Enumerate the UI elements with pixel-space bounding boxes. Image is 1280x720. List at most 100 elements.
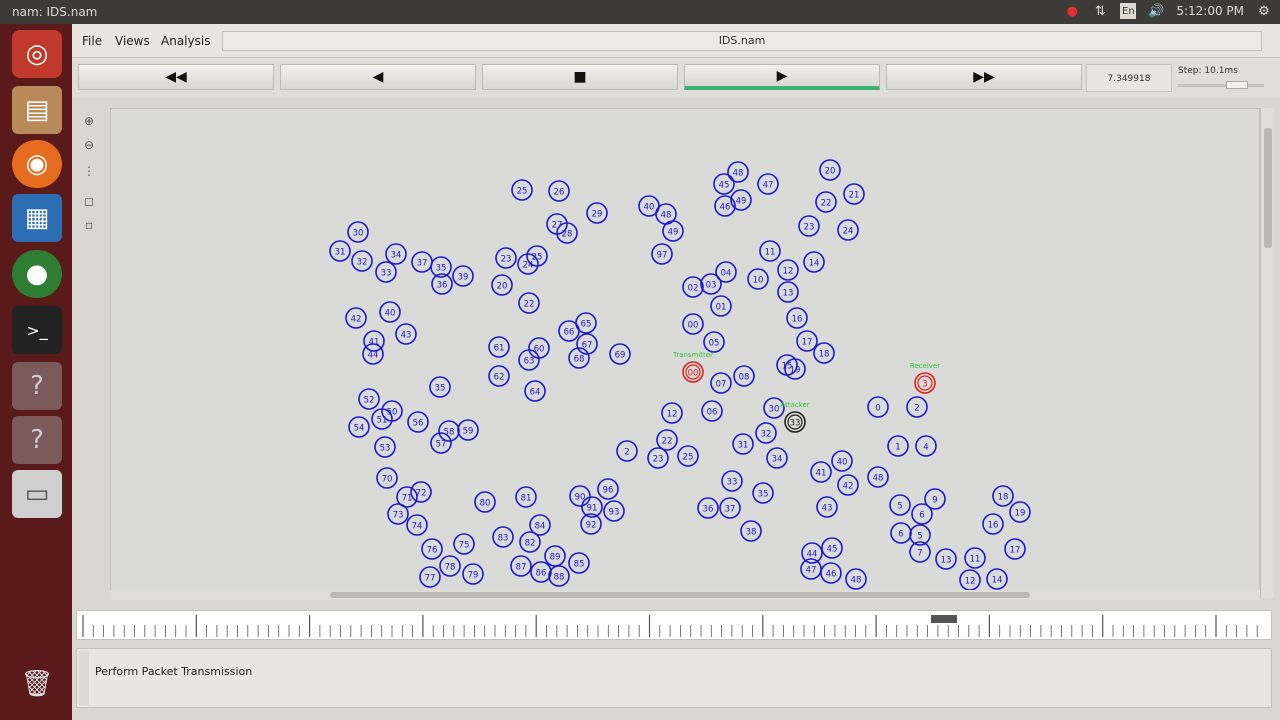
network-node[interactable]: 43 bbox=[816, 496, 838, 518]
network-node[interactable]: 02 bbox=[682, 276, 704, 298]
network-node[interactable]: 47 bbox=[757, 173, 779, 195]
network-node[interactable]: 2 bbox=[616, 440, 638, 462]
network-node[interactable]: 56 bbox=[407, 411, 429, 433]
play-button[interactable]: ▶ bbox=[684, 64, 880, 90]
network-node[interactable]: 48 bbox=[867, 466, 889, 488]
network-node[interactable]: 96 bbox=[597, 478, 619, 500]
volume-icon[interactable]: 🔊 bbox=[1148, 3, 1164, 19]
network-node[interactable]: 23 bbox=[798, 215, 820, 237]
network-node[interactable]: 11 bbox=[759, 240, 781, 262]
step-slider[interactable] bbox=[1178, 81, 1264, 89]
network-node[interactable]: 75 bbox=[453, 533, 475, 555]
network-node[interactable]: 32 bbox=[755, 422, 777, 444]
network-node[interactable]: 00 bbox=[682, 313, 704, 335]
network-node[interactable]: 48 bbox=[845, 568, 867, 590]
network-node[interactable]: 01 bbox=[710, 295, 732, 317]
network-node[interactable]: 06 bbox=[701, 400, 723, 422]
settings-icon[interactable]: ⚙ bbox=[1256, 3, 1272, 19]
network-node[interactable]: 22 bbox=[815, 191, 837, 213]
network-node[interactable]: 4 bbox=[915, 435, 937, 457]
network-node[interactable]: 61 bbox=[488, 336, 510, 358]
network-node[interactable]: 23 bbox=[647, 447, 669, 469]
network-node[interactable]: 72 bbox=[410, 481, 432, 503]
network-node[interactable]: 0 bbox=[867, 396, 889, 418]
network-node[interactable]: 13 bbox=[777, 281, 799, 303]
network-node[interactable]: 35 bbox=[429, 376, 451, 398]
network-node[interactable]: 6 bbox=[890, 522, 912, 544]
vertical-scroll-thumb[interactable] bbox=[1264, 128, 1272, 248]
network-node[interactable]: 18 bbox=[992, 485, 1014, 507]
horizontal-scrollbar[interactable] bbox=[110, 590, 1260, 600]
network-node[interactable]: 19 bbox=[1009, 501, 1031, 523]
network-node[interactable]: 12 bbox=[777, 259, 799, 281]
annotation-scrollbar[interactable] bbox=[79, 651, 89, 705]
network-node[interactable]: 12 bbox=[661, 402, 683, 424]
network-node[interactable]: 40 bbox=[379, 301, 401, 323]
network-node[interactable]: 17 bbox=[1004, 538, 1026, 560]
network-node[interactable]: 35 bbox=[752, 482, 774, 504]
network-node[interactable]: 39 bbox=[452, 265, 474, 287]
step-slider-knob[interactable] bbox=[1226, 81, 1248, 89]
network-node[interactable]: 24 bbox=[837, 219, 859, 241]
network-node[interactable]: 93 bbox=[603, 500, 625, 522]
network-node[interactable]: 62 bbox=[488, 365, 510, 387]
network-node[interactable]: 21 bbox=[843, 183, 865, 205]
vertical-scrollbar[interactable] bbox=[1260, 108, 1274, 598]
trash-icon[interactable]: 🗑 bbox=[12, 660, 62, 708]
network-node[interactable]: 30 bbox=[347, 221, 369, 243]
network-node[interactable]: 83 bbox=[492, 526, 514, 548]
menu-file[interactable]: File bbox=[82, 34, 102, 48]
network-node[interactable]: 33 bbox=[375, 261, 397, 283]
network-node[interactable]: 20 bbox=[491, 274, 513, 296]
files-icon[interactable]: ▤ bbox=[12, 86, 62, 134]
network-node[interactable]: 97 bbox=[651, 243, 673, 265]
network-node[interactable]: 77 bbox=[419, 566, 441, 588]
network-node[interactable]: 23 bbox=[495, 247, 517, 269]
network-node[interactable]: 16 bbox=[786, 307, 808, 329]
network-node[interactable]: 69 bbox=[609, 343, 631, 365]
network-node[interactable]: 03 bbox=[700, 273, 722, 295]
network-node[interactable]: 86 bbox=[530, 561, 552, 583]
network-icon[interactable]: ⇅ bbox=[1092, 3, 1108, 19]
network-node[interactable]: 76 bbox=[421, 538, 443, 560]
source-node[interactable]: 00 Transmitter bbox=[672, 351, 713, 383]
network-node[interactable]: 37 bbox=[719, 497, 741, 519]
network-node[interactable]: 85 bbox=[568, 552, 590, 574]
network-node[interactable]: 25 bbox=[526, 245, 548, 267]
network-node[interactable]: 17 bbox=[796, 330, 818, 352]
network-node[interactable]: 32 bbox=[351, 250, 373, 272]
network-node[interactable]: 31 bbox=[329, 240, 351, 262]
zoom-in-icon[interactable]: ⊕ bbox=[80, 112, 98, 130]
network-node[interactable]: 79 bbox=[462, 563, 484, 585]
network-node[interactable]: 65 bbox=[575, 312, 597, 334]
network-node[interactable]: 13 bbox=[935, 548, 957, 570]
network-node[interactable]: 08 bbox=[733, 365, 755, 387]
network-node[interactable]: 42 bbox=[345, 307, 367, 329]
zoom-out-icon[interactable]: ⊖ bbox=[80, 136, 98, 154]
fast-forward-button[interactable]: ▶▶ bbox=[886, 64, 1082, 90]
network-node[interactable]: 18 bbox=[813, 342, 835, 364]
network-node[interactable]: 31 bbox=[732, 433, 754, 455]
network-node[interactable]: 6 bbox=[911, 503, 933, 525]
network-node[interactable]: 07 bbox=[710, 372, 732, 394]
network-node[interactable]: 47 bbox=[800, 558, 822, 580]
network-node[interactable]: 54 bbox=[348, 416, 370, 438]
network-node[interactable]: 59 bbox=[457, 419, 479, 441]
time-slider[interactable] bbox=[76, 610, 1272, 640]
time-marker[interactable] bbox=[931, 615, 957, 623]
network-node[interactable]: 34 bbox=[385, 243, 407, 265]
network-node[interactable]: 63 bbox=[518, 349, 540, 371]
network-node[interactable]: 49 bbox=[662, 220, 684, 242]
step-back-button[interactable]: ◀ bbox=[280, 64, 476, 90]
firefox-icon[interactable]: ◉ bbox=[12, 140, 62, 188]
select-tool-icon[interactable]: ▫ bbox=[80, 216, 98, 234]
network-node[interactable]: 41 bbox=[810, 461, 832, 483]
network-node[interactable]: 82 bbox=[519, 531, 541, 553]
browser-icon[interactable]: ● bbox=[12, 250, 62, 298]
network-node[interactable]: 40 bbox=[831, 450, 853, 472]
rewind-button[interactable]: ◀◀ bbox=[78, 64, 274, 90]
horizontal-scroll-thumb[interactable] bbox=[330, 592, 1030, 598]
network-node[interactable]: 16 bbox=[982, 513, 1004, 535]
network-node[interactable]: 14 bbox=[803, 251, 825, 273]
network-node[interactable]: 33 bbox=[721, 470, 743, 492]
